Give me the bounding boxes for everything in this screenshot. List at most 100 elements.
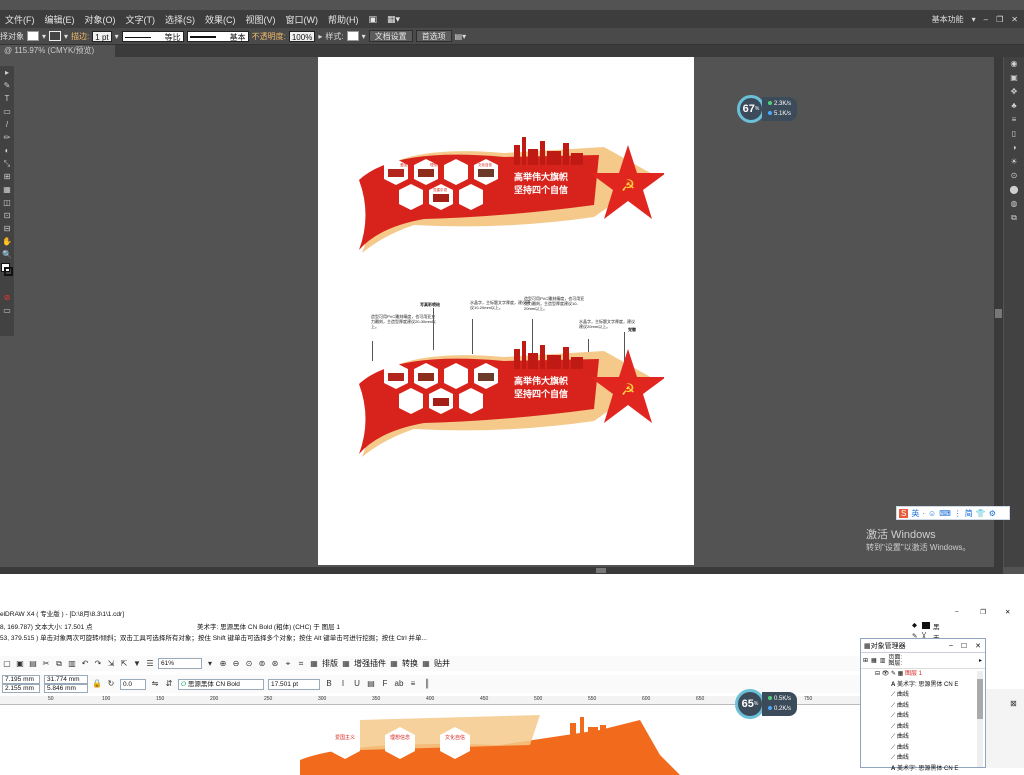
menu-select[interactable]: 选择(S) [160, 13, 200, 26]
opacity-chevron-icon[interactable]: ▸ [318, 32, 322, 41]
bold-icon[interactable]: B [324, 679, 334, 689]
zoom-chevron-icon[interactable]: ▾ [205, 659, 215, 669]
menu-effect[interactable]: 效果(C) [200, 13, 241, 26]
docker-flyout-icon[interactable]: ▸ [979, 657, 985, 664]
object-row[interactable]: A 美术字: 思源黑体 CN E [861, 764, 985, 775]
font-family-select[interactable]: O 思源黑体 CN Bold [178, 678, 264, 690]
ime-toolbar[interactable]: S 英 · ☺ ⌨ ⋮ 简 👕 ⚙ [896, 506, 1010, 520]
ime-punct-icon[interactable]: · [922, 509, 925, 518]
stroke-label[interactable]: 描边: [71, 31, 89, 42]
rotate-icon[interactable]: ↻ [106, 679, 116, 689]
paste-merge-icon[interactable]: ▦ [421, 659, 431, 669]
zoom-width-icon[interactable]: ⌖ [283, 659, 293, 669]
paste-merge-button[interactable]: 贴并 [434, 658, 450, 669]
import-icon[interactable]: ⇲ [106, 659, 116, 669]
stroke-chevron-icon[interactable]: ▾ [64, 32, 68, 41]
restore-icon[interactable]: ❐ [996, 15, 1003, 24]
zoom-selected-icon[interactable]: ⊙ [244, 659, 254, 669]
artboards-panel-icon[interactable]: ⧉ [1004, 211, 1024, 225]
ai-vscroll-thumb[interactable] [995, 309, 1002, 318]
zoom-height-icon[interactable]: ⌗ [296, 659, 306, 669]
height-input[interactable]: 5.846 mm [44, 684, 88, 693]
ime-settings-icon[interactable]: ⚙ [989, 509, 996, 518]
copy-icon[interactable]: ⧉ [54, 659, 64, 669]
ai-horizontal-scrollbar[interactable] [0, 567, 1003, 574]
export-icon[interactable]: ⇱ [119, 659, 129, 669]
line-tool-icon[interactable]: / [0, 118, 14, 131]
fill-stroke-widget[interactable] [0, 261, 14, 291]
object-row[interactable]: ⟋ 曲线 [861, 701, 985, 712]
stroke-swatch[interactable] [49, 31, 62, 41]
text-format-icon[interactable]: F [380, 679, 390, 689]
menu-view[interactable]: 视图(V) [241, 13, 281, 26]
mirror-v-icon[interactable]: ⇵ [164, 679, 174, 689]
gradient-panel-icon[interactable]: ▯ [1004, 127, 1024, 141]
convert-icon[interactable]: ▦ [389, 659, 399, 669]
perf-monitor-widget[interactable]: 67% 2.3K/s 5.1K/s [737, 95, 798, 123]
color-palette-none-icon[interactable]: ⊠ [986, 689, 1024, 708]
object-row[interactable]: ⟋ 曲线 [861, 722, 985, 733]
object-row[interactable]: ⟋ 曲线 [861, 732, 985, 743]
minimize-icon[interactable]: – [984, 15, 988, 24]
menu-type[interactable]: 文字(T) [121, 13, 161, 26]
fill-swatch-black[interactable] [922, 622, 930, 629]
menu-file[interactable]: 文件(F) [0, 13, 40, 26]
typeset-icon[interactable]: ▦ [309, 659, 319, 669]
cdr-close-icon[interactable]: ✕ [1005, 608, 1010, 616]
lasso-tool-icon[interactable]: ✎ [0, 79, 14, 92]
menu-edit[interactable]: 编辑(E) [40, 13, 80, 26]
stroke-weight-input[interactable]: 1 pt [92, 30, 112, 42]
transparency-panel-icon[interactable]: ◑ [1004, 141, 1024, 155]
workspace-switcher[interactable]: 基本功能 [932, 14, 964, 25]
docker-restore-icon[interactable]: ☐ [957, 642, 971, 650]
ime-emoji-icon[interactable]: ☺ [928, 509, 936, 518]
convert-button[interactable]: 转换 [402, 658, 418, 669]
stroke-weight-chevron-icon[interactable]: ▾ [115, 32, 119, 41]
enhance-plugin-button[interactable]: 增强插件 [354, 658, 386, 669]
screen-mode-icon[interactable]: ▭ [0, 304, 14, 317]
ime-keyboard-icon[interactable]: ⌨ [939, 509, 951, 518]
fill-chevron-icon[interactable]: ▾ [42, 32, 46, 41]
ime-skin-icon[interactable]: 👕 [976, 509, 986, 518]
gradient-tool-icon[interactable]: ◫ [0, 196, 14, 209]
open-icon[interactable]: ▣ [15, 659, 25, 669]
plugin-icon[interactable]: ▦ [341, 659, 351, 669]
arrange-docs-icon[interactable]: ▦▾ [382, 14, 405, 25]
zoom-all-icon[interactable]: ⊚ [257, 659, 267, 669]
preferences-button[interactable]: 首选项 [415, 30, 452, 42]
zoom-page-icon[interactable]: ⊛ [270, 659, 280, 669]
align-panel-icon[interactable]: ⬤ [1004, 183, 1024, 197]
stroke-panel-icon[interactable]: ≡ [1004, 113, 1024, 127]
perf-monitor-widget-2[interactable]: 65% 0.5K/s 0.2K/s [735, 689, 798, 719]
italic-icon[interactable]: I [338, 679, 348, 689]
mesh-tool-icon[interactable]: ▦ [0, 183, 14, 196]
brushes-panel-icon[interactable]: ✥ [1004, 85, 1024, 99]
align-icon[interactable]: ▤ [366, 679, 376, 689]
typeset-button[interactable]: 排版 [322, 658, 338, 669]
y-position-input[interactable]: 2.155 mm [2, 684, 40, 693]
scale-tool-icon[interactable]: ⤡ [0, 157, 14, 170]
cdr-restore-icon[interactable]: ❐ [980, 608, 986, 616]
type-tool-icon[interactable]: T [0, 92, 14, 105]
graph-tool-icon[interactable]: ⊟ [0, 222, 14, 235]
rectangle-tool-icon[interactable]: ▭ [0, 105, 14, 118]
layer-manager-view-icon[interactable]: ▥ [880, 657, 886, 664]
undo-icon[interactable]: ↶ [80, 659, 90, 669]
zoom-in-icon[interactable]: ⊕ [218, 659, 228, 669]
symbols-panel-icon[interactable]: ♣ [1004, 99, 1024, 113]
ime-english-toggle[interactable]: 英 [911, 508, 919, 519]
panel-menu-icon[interactable]: ▤▾ [455, 32, 467, 41]
stroke-color-icon[interactable] [4, 267, 13, 276]
menu-help[interactable]: 帮助(H) [323, 13, 364, 26]
close-icon[interactable]: ✕ [1011, 15, 1018, 24]
ime-menu-icon[interactable]: ⋮ [954, 509, 962, 518]
none-color-icon[interactable]: ⊘ [0, 291, 14, 304]
blob-brush-tool-icon[interactable]: ◐ [0, 144, 14, 157]
opacity-label[interactable]: 不透明度: [252, 31, 286, 42]
document-setup-button[interactable]: 文档设置 [368, 30, 413, 42]
color-panel-icon[interactable]: ◉ [1004, 57, 1024, 71]
variable-width-profile[interactable]: 等比 [121, 30, 184, 42]
layers-panel-icon[interactable]: ◍ [1004, 197, 1024, 211]
ai-hscroll-thumb[interactable] [596, 568, 606, 573]
ime-logo-icon[interactable]: S [899, 508, 909, 518]
